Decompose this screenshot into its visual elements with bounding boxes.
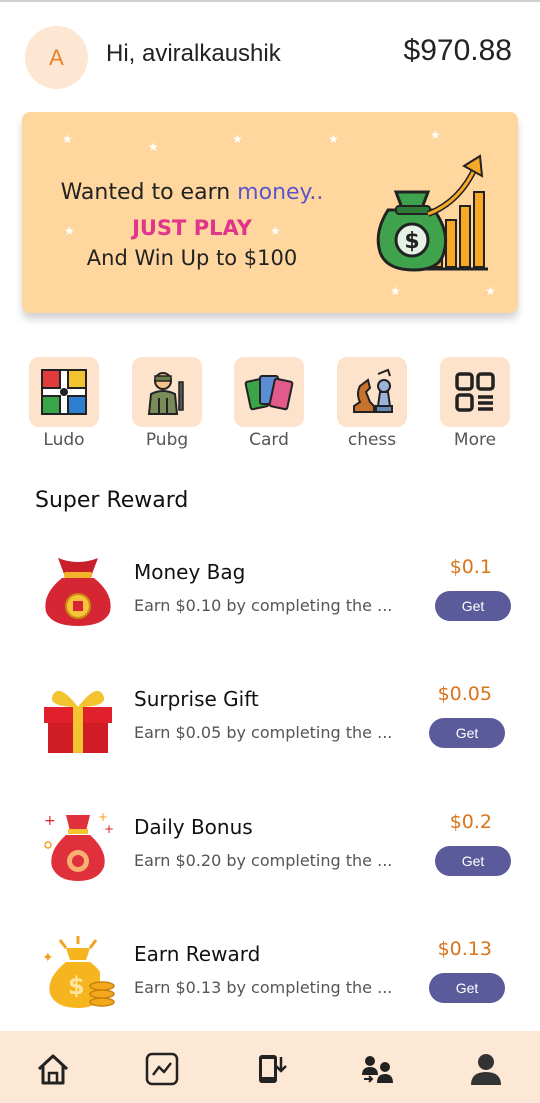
reward-item[interactable]: + + + Daily Bonus Earn $0.20 by completi… xyxy=(0,805,540,905)
section-title: Super Reward xyxy=(35,488,189,513)
reward-item[interactable]: ✦ $ Earn Reward Earn $0.13 by completing… xyxy=(0,932,540,1032)
nav-profile[interactable] xyxy=(466,1049,506,1089)
pubg-icon xyxy=(132,357,202,427)
reward-description: Earn $0.05 by completing the ... xyxy=(134,723,393,742)
svg-text:+: + xyxy=(104,822,114,836)
star-decoration: ★ xyxy=(390,284,401,298)
reward-title: Earn Reward xyxy=(134,942,261,966)
reward-amount: $0.05 xyxy=(437,683,492,705)
svg-text:$: $ xyxy=(68,972,85,1000)
transfer-users-icon xyxy=(362,1056,393,1083)
star-decoration: ★ xyxy=(430,128,441,142)
svg-text:✦: ✦ xyxy=(42,950,54,966)
banner-headline-text: Wanted to earn xyxy=(60,180,238,205)
money-growth-icon: $ xyxy=(376,154,488,272)
download-phone-icon xyxy=(259,1055,287,1083)
star-decoration: ★ xyxy=(485,284,496,298)
reward-title: Surprise Gift xyxy=(134,687,259,711)
banner-headline: Wanted to earn money.. xyxy=(22,180,362,205)
reward-amount: $0.2 xyxy=(449,811,492,833)
category-row: Ludo Pubg Card chess More xyxy=(0,357,540,457)
reward-amount: $0.13 xyxy=(437,938,492,960)
card-icon xyxy=(234,357,304,427)
coin-bag-icon: ✦ $ xyxy=(42,936,115,1008)
category-label: Ludo xyxy=(43,430,85,450)
avatar[interactable]: A xyxy=(25,26,88,89)
star-decoration: ★ xyxy=(232,132,243,146)
category-more[interactable]: More xyxy=(439,357,511,450)
chess-icon xyxy=(337,357,407,427)
get-button[interactable]: Get xyxy=(429,973,505,1003)
reward-item[interactable]: Surprise Gift Earn $0.05 by completing t… xyxy=(0,677,540,777)
bonus-bag-icon: + + + xyxy=(44,810,114,881)
svg-text:$: $ xyxy=(404,229,419,254)
category-card[interactable]: Card xyxy=(233,357,305,450)
get-button[interactable]: Get xyxy=(429,718,505,748)
promo-banner[interactable]: ★ ★ ★ ★ ★ ★ ★ ★ ★ Wanted to earn money..… xyxy=(22,112,518,313)
category-label: More xyxy=(453,430,497,450)
svg-text:+: + xyxy=(44,813,56,829)
banner-headline-highlight: money.. xyxy=(237,180,324,205)
reward-description: Earn $0.10 by completing the ... xyxy=(134,596,393,615)
star-decoration: ★ xyxy=(62,132,73,146)
banner-subline: And Win Up to $100 xyxy=(86,246,298,270)
top-divider xyxy=(0,0,540,2)
greeting-text: Hi, aviralkaushik xyxy=(106,40,281,67)
reward-amount: $0.1 xyxy=(449,556,492,578)
reward-title: Daily Bonus xyxy=(134,815,253,839)
nav-home[interactable] xyxy=(33,1049,73,1089)
get-button[interactable]: Get xyxy=(435,591,511,621)
reward-description: Earn $0.20 by completing the ... xyxy=(134,851,393,870)
get-button[interactable]: Get xyxy=(435,846,511,876)
nav-transfer[interactable] xyxy=(358,1049,398,1089)
category-ludo[interactable]: Ludo xyxy=(28,357,100,450)
header: A Hi, aviralkaushik $970.88 xyxy=(0,20,540,92)
grid-icon xyxy=(440,357,510,427)
category-pubg[interactable]: Pubg xyxy=(131,357,203,450)
category-label: Pubg xyxy=(145,430,189,450)
category-label: chess xyxy=(347,430,397,450)
category-chess[interactable]: chess xyxy=(336,357,408,450)
banner-cta: JUST PLAY xyxy=(132,216,252,240)
nav-download[interactable] xyxy=(251,1049,291,1089)
category-label: Card xyxy=(249,430,289,450)
reward-item[interactable]: Money Bag Earn $0.10 by completing the .… xyxy=(0,550,540,650)
star-decoration: ★ xyxy=(148,140,159,154)
chart-icon xyxy=(145,1052,179,1086)
gift-icon xyxy=(44,690,112,753)
profile-icon xyxy=(471,1054,501,1085)
reward-description: Earn $0.13 by completing the ... xyxy=(134,978,393,997)
star-decoration: ★ xyxy=(328,132,339,146)
reward-title: Money Bag xyxy=(134,560,246,584)
money-bag-icon xyxy=(45,558,111,626)
nav-stats[interactable] xyxy=(142,1049,182,1089)
wallet-balance: $970.88 xyxy=(403,34,512,67)
home-icon xyxy=(37,1054,69,1085)
bottom-navigation xyxy=(0,1031,540,1103)
ludo-icon xyxy=(29,357,99,427)
